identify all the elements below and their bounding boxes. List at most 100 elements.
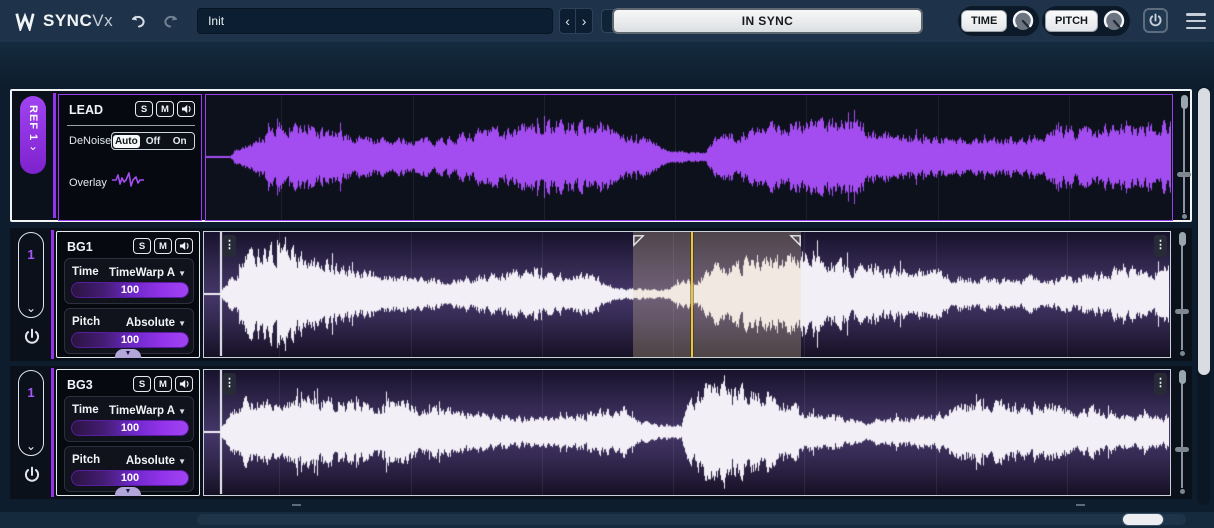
time-mode-dropdown[interactable]: Time TimeWarp A▼ xyxy=(65,259,193,281)
solo-button[interactable]: S xyxy=(133,238,151,254)
undo-icon xyxy=(129,14,146,29)
track-header-ref1: LEAD S M DeNoise Auto Off On xyxy=(58,94,202,221)
menu-button[interactable] xyxy=(1186,13,1206,29)
track-power-button[interactable] xyxy=(23,328,41,346)
sync-region-highlight[interactable] xyxy=(633,232,801,357)
time-amount-slider[interactable]: 100 xyxy=(71,420,189,436)
playhead[interactable] xyxy=(691,232,693,357)
preset-nav: ‹ › xyxy=(559,8,593,34)
waveform-canvas xyxy=(204,370,1169,494)
pitch-mode-dropdown[interactable]: Pitch Absolute▼ xyxy=(65,447,193,469)
pitch-amount-slider[interactable]: 100 xyxy=(71,332,189,348)
time-knob-group: TIME xyxy=(958,6,1039,36)
power-icon xyxy=(1148,13,1163,28)
track-row-bg1: 1 ⌄ BG1 S M xyxy=(10,228,1192,361)
track-header-bg3: BG3 S M Time TimeWarp A▼ xyxy=(56,369,200,496)
overlay-waveform-icon[interactable] xyxy=(111,171,145,194)
prev-preset-button[interactable]: ‹ xyxy=(560,9,576,33)
next-preset-button[interactable]: › xyxy=(576,9,592,33)
expand-panel-tab[interactable]: ▼ xyxy=(115,487,141,496)
undo-button[interactable] xyxy=(127,11,147,31)
horizontal-scrollbar-thumb[interactable] xyxy=(1122,513,1164,526)
listen-speaker-button[interactable] xyxy=(175,238,193,254)
pitch-mode-dropdown[interactable]: Pitch Absolute▼ xyxy=(65,309,193,331)
time-settings-card: Time TimeWarp A▼ 100 xyxy=(64,396,194,442)
clip-drag-handle[interactable]: ⋮ xyxy=(1154,373,1167,395)
app-title: SYNCVx xyxy=(43,11,113,31)
redo-button[interactable] xyxy=(161,11,181,31)
pitch-knob[interactable] xyxy=(1102,9,1126,33)
track-row-ref1: REF 1 ⌄ LEAD S M DeNoise xyxy=(10,89,1192,222)
track-name: BG1 xyxy=(67,240,93,254)
denoise-option-on[interactable]: On xyxy=(166,135,193,148)
vertical-zoom-slider[interactable] xyxy=(1176,370,1188,494)
logo-icon xyxy=(14,11,36,31)
overlay-label: Overlay xyxy=(69,177,107,189)
track-selector-bg3[interactable]: 1 ⌄ xyxy=(18,370,44,456)
time-knob[interactable] xyxy=(1011,9,1035,33)
horizontal-scrollbar-row xyxy=(0,512,1214,528)
track-color-stripe xyxy=(51,368,54,497)
waveform-canvas xyxy=(206,95,1171,219)
listen-speaker-button[interactable] xyxy=(177,101,195,117)
track-header-bg1: BG1 S M Time TimeWarp A▼ xyxy=(56,231,200,358)
waveform-area-bg3[interactable]: ⋮ ⋮ xyxy=(203,369,1171,496)
top-bar: SYNCVx ‹ › Save IN SYNC TIME xyxy=(0,0,1214,42)
track-color-stripe xyxy=(51,230,54,359)
track-name: BG3 xyxy=(67,378,93,392)
solo-button[interactable]: S xyxy=(135,101,153,117)
power-icon xyxy=(23,466,41,484)
mute-button[interactable]: M xyxy=(154,376,172,392)
vertical-scrollbar-thumb[interactable] xyxy=(1198,88,1210,375)
track-pill-label: 1 xyxy=(27,385,34,400)
speaker-icon xyxy=(179,379,190,389)
sync-status-button[interactable]: IN SYNC xyxy=(612,8,923,34)
horizontal-scrollbar[interactable] xyxy=(197,514,1186,525)
pitch-toggle-button[interactable]: PITCH xyxy=(1045,10,1098,32)
clip-drag-handle[interactable]: ⋮ xyxy=(223,373,236,395)
syncvx-plugin-window: SYNCVx ‹ › Save IN SYNC TIME xyxy=(0,0,1214,528)
track-name: LEAD xyxy=(69,103,103,117)
vertical-scrollbar[interactable] xyxy=(1197,87,1210,505)
speaker-icon xyxy=(181,104,192,114)
track-pill-label: REF 1 xyxy=(27,105,39,141)
redo-icon xyxy=(163,14,180,29)
clip-drag-handle[interactable]: ⋮ xyxy=(1154,235,1167,257)
track-power-button[interactable] xyxy=(23,466,41,484)
chevron-down-icon[interactable]: ⌄ xyxy=(28,141,38,151)
time-amount-slider[interactable]: 100 xyxy=(71,282,189,298)
chevron-down-icon[interactable]: ⌄ xyxy=(26,441,36,451)
dropdown-caret-icon: ▼ xyxy=(178,457,186,466)
dropdown-caret-icon: ▼ xyxy=(178,319,186,328)
chevron-down-icon[interactable]: ⌄ xyxy=(26,303,36,313)
expand-panel-tab[interactable]: ▼ xyxy=(115,349,141,358)
pitch-amount-slider[interactable]: 100 xyxy=(71,470,189,486)
track-selector-ref1[interactable]: REF 1 ⌄ xyxy=(20,96,46,174)
preset-name-input[interactable] xyxy=(197,8,553,34)
time-mode-dropdown[interactable]: Time TimeWarp A▼ xyxy=(65,397,193,419)
listen-speaker-button[interactable] xyxy=(175,376,193,392)
track-row-bg3: 1 ⌄ BG3 S M xyxy=(10,366,1192,499)
track-pill-label: 1 xyxy=(27,247,34,262)
waveform-area-bg1[interactable]: ⋮ ⋮ xyxy=(203,231,1171,358)
time-settings-card: Time TimeWarp A▼ 100 xyxy=(64,258,194,304)
mute-button[interactable]: M xyxy=(156,101,174,117)
solo-button[interactable]: S xyxy=(133,376,151,392)
dropdown-caret-icon: ▼ xyxy=(178,269,186,278)
denoise-option-auto[interactable]: Auto xyxy=(113,135,140,148)
time-toggle-button[interactable]: TIME xyxy=(961,10,1007,32)
track-color-stripe xyxy=(53,93,56,218)
region-start-flag-icon[interactable] xyxy=(632,234,645,252)
vertical-zoom-slider[interactable] xyxy=(1176,232,1188,356)
bypass-power-button[interactable] xyxy=(1143,8,1168,33)
pitch-settings-card: Pitch Absolute▼ 100 xyxy=(64,446,194,492)
vertical-zoom-slider[interactable] xyxy=(1178,95,1190,219)
region-end-flag-icon[interactable] xyxy=(789,234,802,252)
mute-button[interactable]: M xyxy=(154,238,172,254)
track-selector-bg1[interactable]: 1 ⌄ xyxy=(18,232,44,318)
waveform-area-ref1[interactable] xyxy=(205,94,1173,221)
divider xyxy=(67,125,195,126)
denoise-segmented-control: Auto Off On xyxy=(111,132,195,150)
clip-drag-handle[interactable]: ⋮ xyxy=(223,235,236,257)
denoise-option-off[interactable]: Off xyxy=(140,135,167,148)
